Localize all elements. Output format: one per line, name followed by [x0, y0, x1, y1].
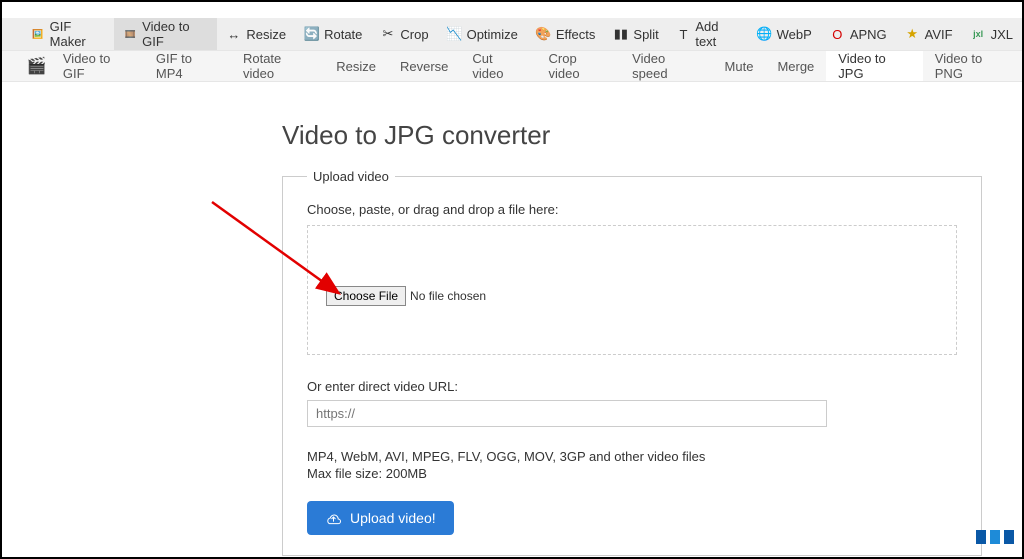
sub-tab-video-to-jpg[interactable]: Video to JPG — [826, 51, 922, 81]
upload-button[interactable]: Upload video! — [307, 501, 454, 535]
top-tab-label: Video to GIF — [142, 19, 208, 49]
url-input[interactable] — [307, 400, 827, 427]
top-tab-crop[interactable]: ✂ Crop — [371, 18, 437, 50]
optimize-icon: 📉 — [447, 27, 462, 42]
split-icon: ▮▮ — [613, 27, 628, 42]
apng-icon: O — [830, 27, 845, 42]
top-tab-label: APNG — [850, 27, 887, 42]
sub-toolbar: 🎬 Video to GIFGIF to MP4Rotate videoResi… — [2, 50, 1022, 82]
top-tab-split[interactable]: ▮▮ Split — [604, 18, 667, 50]
sub-tab-mute[interactable]: Mute — [713, 51, 766, 81]
sub-tab-resize[interactable]: Resize — [324, 51, 388, 81]
top-tab-gif-maker[interactable]: 🖼️ GIF Maker — [22, 18, 114, 50]
sub-tab-crop-video[interactable]: Crop video — [537, 51, 621, 81]
top-tab-label: Crop — [400, 27, 428, 42]
top-tab-add-text[interactable]: T Add text — [668, 18, 748, 50]
resize-icon: ↔ — [226, 27, 241, 42]
add-text-icon: T — [677, 27, 691, 42]
sub-tab-video-to-png[interactable]: Video to PNG — [923, 51, 1022, 81]
top-tab-label: Split — [633, 27, 658, 42]
sub-tab-rotate-video[interactable]: Rotate video — [231, 51, 324, 81]
main-content: Video to JPG converter Upload video Choo… — [2, 82, 1022, 559]
video-icon: 🎬 — [22, 51, 51, 81]
sub-tab-gif-to-mp4[interactable]: GIF to MP4 — [144, 51, 231, 81]
avif-icon: ★ — [905, 27, 920, 42]
sub-tab-video-speed[interactable]: Video speed — [620, 51, 712, 81]
top-tab-label: Effects — [556, 27, 596, 42]
top-tab-label: Resize — [246, 27, 286, 42]
watermark — [976, 526, 1014, 551]
top-tab-label: Add text — [695, 19, 738, 49]
formats-text: MP4, WebM, AVI, MPEG, FLV, OGG, MOV, 3GP… — [307, 449, 957, 464]
upload-button-label: Upload video! — [350, 510, 436, 526]
top-tab-label: WebP — [777, 27, 812, 42]
jxl-icon: jxl — [971, 27, 986, 42]
sub-tab-video-to-gif[interactable]: Video to GIF — [51, 51, 144, 81]
effects-icon: 🎨 — [536, 27, 551, 42]
top-tab-label: GIF Maker — [50, 19, 106, 49]
top-tab-video-to-gif[interactable]: 🎞️ Video to GIF — [114, 18, 217, 50]
video-to-gif-icon: 🎞️ — [123, 27, 137, 42]
top-tab-label: AVIF — [925, 27, 953, 42]
top-tab-webp[interactable]: 🌐 WebP — [748, 18, 821, 50]
rotate-icon: 🔄 — [304, 27, 319, 42]
upload-fieldset: Upload video Choose, paste, or drag and … — [282, 169, 982, 556]
top-tab-apng[interactable]: O APNG — [821, 18, 896, 50]
choose-instruction: Choose, paste, or drag and drop a file h… — [307, 202, 957, 217]
fieldset-legend: Upload video — [307, 169, 395, 184]
sub-tab-cut-video[interactable]: Cut video — [460, 51, 536, 81]
no-file-label: No file chosen — [410, 289, 486, 303]
url-label: Or enter direct video URL: — [307, 379, 957, 394]
top-tab-rotate[interactable]: 🔄 Rotate — [295, 18, 371, 50]
cloud-upload-icon — [325, 512, 342, 524]
dropzone[interactable]: Choose File No file chosen — [307, 225, 957, 355]
top-tab-resize[interactable]: ↔ Resize — [217, 18, 295, 50]
top-tab-effects[interactable]: 🎨 Effects — [527, 18, 605, 50]
top-tab-jxl[interactable]: jxl JXL — [962, 18, 1022, 50]
choose-file-button[interactable]: Choose File — [326, 286, 406, 306]
crop-icon: ✂ — [380, 27, 395, 42]
top-tab-label: JXL — [991, 27, 1013, 42]
sub-tab-reverse[interactable]: Reverse — [388, 51, 460, 81]
gif-maker-icon: 🖼️ — [31, 27, 45, 42]
top-toolbar: 🖼️ GIF Maker 🎞️ Video to GIF ↔ Resize 🔄 Rotate ✂… — [2, 18, 1022, 50]
max-size-text: Max file size: 200MB — [307, 466, 957, 481]
webp-icon: 🌐 — [757, 27, 772, 42]
top-tab-label: Rotate — [324, 27, 362, 42]
top-tab-label: Optimize — [467, 27, 518, 42]
top-tab-avif[interactable]: ★ AVIF — [896, 18, 962, 50]
sub-tab-merge[interactable]: Merge — [765, 51, 826, 81]
page-title: Video to JPG converter — [282, 120, 982, 151]
top-tab-optimize[interactable]: 📉 Optimize — [438, 18, 527, 50]
